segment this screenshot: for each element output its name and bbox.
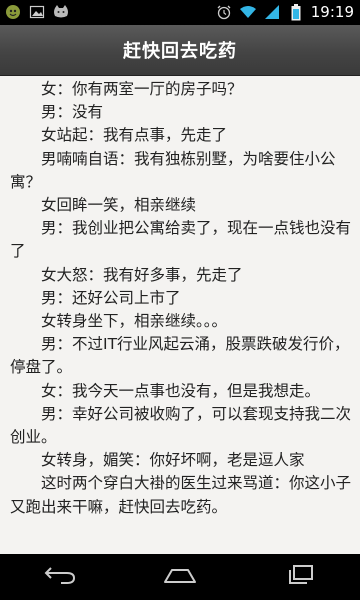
wifi-icon [239, 3, 257, 21]
recent-apps-icon [285, 564, 315, 590]
story-line: 男：不过IT行业风起云涌，股票跌破发行价，停盘了。 [10, 335, 350, 377]
story-text: 女：你有两室一厅的房子吗？ 男：没有 女站起：我有点事，先走了 男喃喃自语：我有… [0, 76, 360, 519]
navigation-bar [0, 554, 360, 600]
cat-icon [52, 3, 70, 21]
home-icon [162, 565, 198, 589]
alarm-icon [215, 3, 233, 21]
story-line: 男：我创业把公寓给卖了，现在一点钱也没有了 [10, 219, 352, 261]
notification-icons [4, 3, 70, 21]
story-line: 女大怒：我有好多事，先走了 [41, 265, 243, 284]
story-line: 女转身，媚笑：你好坏啊，老是逗人家 [41, 451, 305, 470]
story-line: 女：我今天一点事也没有，但是我想走。 [41, 381, 321, 400]
back-icon [43, 565, 77, 589]
clock: 19:19 [310, 3, 354, 21]
story-line: 女回眸一笑，相亲继续 [41, 196, 197, 215]
image-icon [28, 3, 46, 21]
story-line: 男：幸好公司被收购了，可以套现支持我二次创业。 [10, 404, 352, 447]
recent-apps-button[interactable] [270, 557, 330, 597]
story-line: 这时两个穿白大褂的医生过来骂道：你这小子又跑出来干嘛，赶快回去吃药。 [10, 474, 352, 516]
home-button[interactable] [150, 557, 210, 597]
story-line: 女站起：我有点事，先走了 [41, 126, 228, 145]
title-bar: 赶快回去吃药 [0, 25, 360, 76]
status-bar: 19:19 [0, 0, 360, 25]
story-line: 女转身坐下，相亲继续。。。 [41, 312, 228, 331]
system-icons: 19:19 [215, 3, 354, 21]
story-line: 男：没有 [41, 103, 104, 122]
battery-icon [287, 3, 305, 21]
story-line: 女：你有两室一厅的房子吗？ [41, 80, 243, 98]
back-button[interactable] [30, 557, 90, 597]
story-content[interactable]: 女：你有两室一厅的房子吗？ 男：没有 女站起：我有点事，先走了 男喃喃自语：我有… [0, 76, 360, 554]
page-title: 赶快回去吃药 [123, 41, 237, 62]
story-line: 男：还好公司上市了 [41, 288, 181, 307]
signal-icon [263, 3, 281, 21]
android-icon [4, 3, 22, 21]
story-line: 男喃喃自语：我有独栋别墅，为啥要住小公寓？ [10, 149, 336, 191]
